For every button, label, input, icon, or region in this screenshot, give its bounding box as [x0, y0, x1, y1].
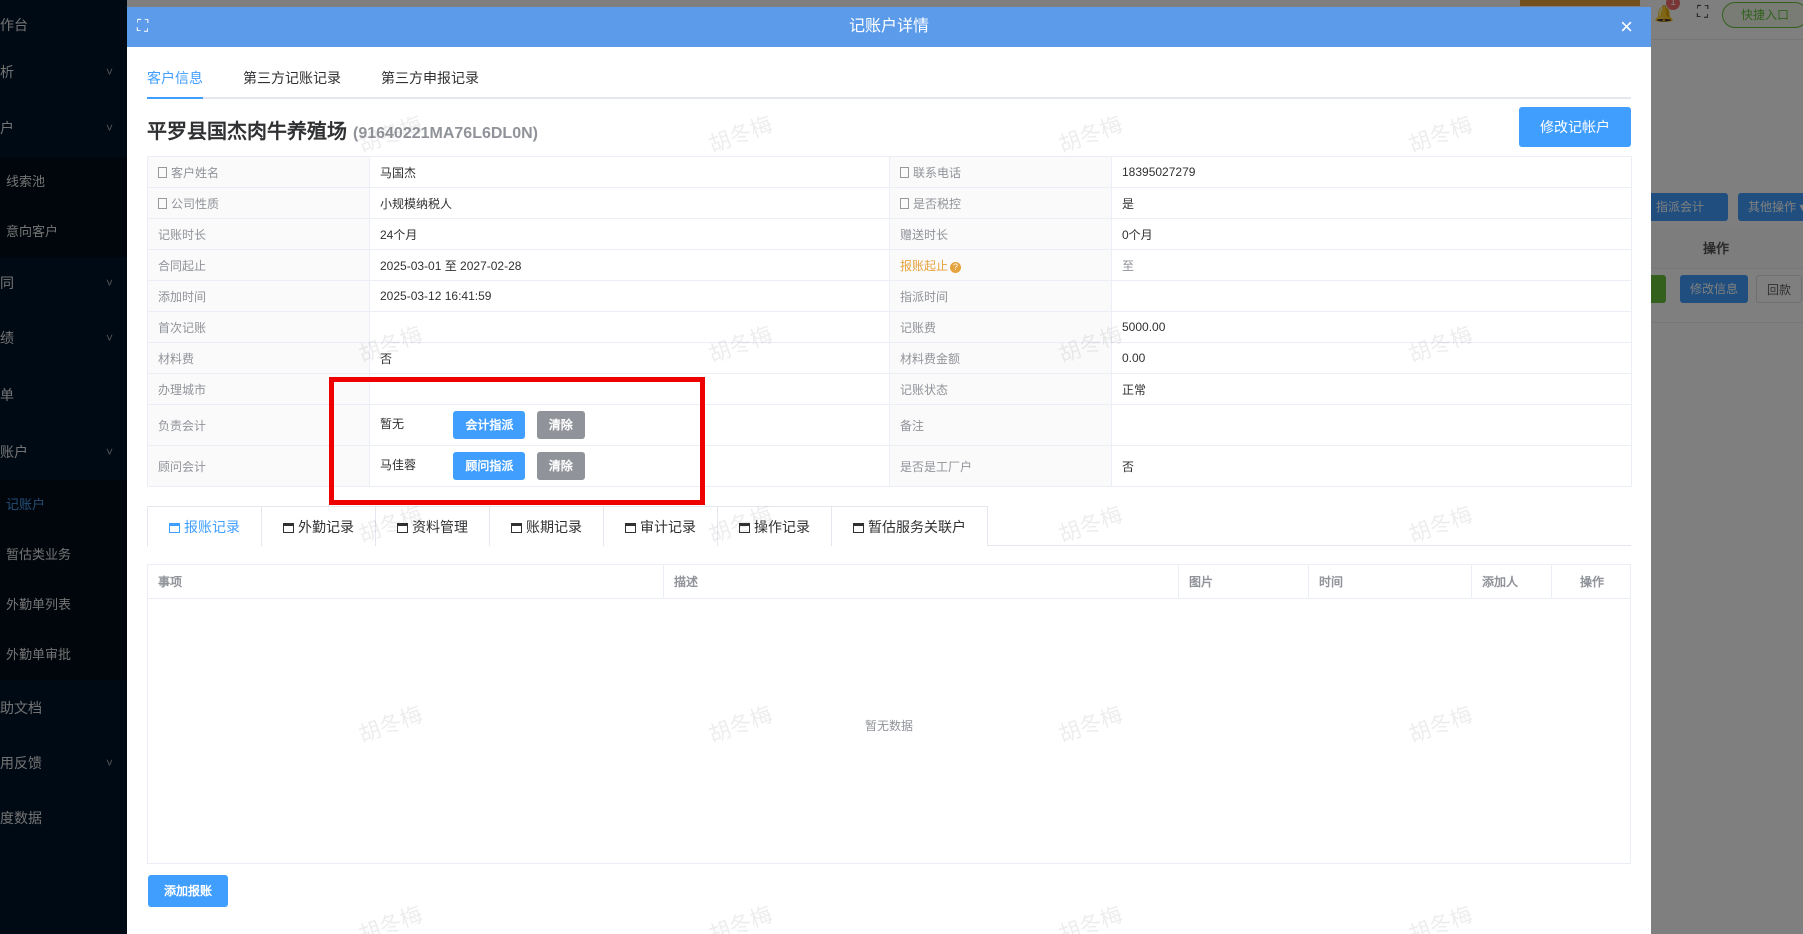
dialog-tabs: 客户信息 第三方记账记录 第三方申报记录: [147, 57, 1631, 99]
material-amount-label: 材料费金额: [889, 342, 1112, 374]
company-title: 平罗县国杰肉牛养殖场 (91640221MA76L6DL0N): [147, 115, 538, 144]
calendar-icon: [169, 523, 180, 533]
tab-period-records[interactable]: 账期记录: [489, 506, 604, 546]
assign-time-value: [1111, 280, 1632, 312]
col-description: 描述: [664, 565, 1179, 599]
remark-label: 备注: [889, 404, 1112, 446]
document-icon: [158, 166, 167, 178]
tax-control-label: 是否税控: [889, 187, 1112, 219]
duration-label: 记账时长: [147, 218, 370, 250]
status-value: 正常: [1111, 373, 1632, 405]
contract-label: 合同起止: [147, 249, 370, 281]
report-records-table: 事项 描述 图片 时间 添加人 操作 暂无数据: [147, 564, 1631, 864]
dialog-header: ⛶ 记账户详情 ×: [127, 7, 1651, 47]
company-name: 平罗县国杰肉牛养殖场: [147, 121, 347, 143]
record-tabs: 报账记录 外勤记录 资料管理 账期记录 审计记录 操作记录 暂估服务关联户: [147, 506, 1631, 547]
company-type-label: 公司性质: [147, 187, 370, 219]
calendar-icon: [853, 523, 864, 533]
customer-name-label: 客户姓名: [147, 156, 370, 188]
booking-fee-value: 5000.00: [1111, 311, 1632, 343]
watermark: 胡冬梅: [705, 901, 776, 934]
added-time-label: 添加时间: [147, 280, 370, 312]
tab-third-party-booking[interactable]: 第三方记账记录: [243, 57, 341, 99]
tab-report-records[interactable]: 报账记录: [147, 506, 262, 547]
report-period-value: 至: [1111, 249, 1632, 281]
customer-name-value: 马国杰: [369, 156, 890, 188]
status-label: 记账状态: [889, 373, 1112, 405]
duration-value: 24个月: [369, 218, 890, 250]
added-time-value: 2025-03-12 16:41:59: [369, 280, 890, 312]
booking-fee-label: 记账费: [889, 311, 1112, 343]
document-icon: [158, 197, 167, 209]
calendar-icon: [625, 523, 636, 533]
contract-value: 2025-03-01 至 2027-02-28: [369, 249, 890, 281]
phone-value: 18395027279: [1111, 156, 1632, 188]
col-actions: 操作: [1579, 575, 1604, 589]
report-period-label: 报账起止?: [889, 249, 1112, 281]
tab-estimate-service[interactable]: 暂估服务关联户: [831, 506, 988, 546]
gift-duration-label: 赠送时长: [889, 218, 1112, 250]
phone-label: 联系电话: [889, 156, 1112, 188]
company-code: (91640221MA76L6DL0N): [353, 125, 538, 142]
gift-duration-value: 0个月: [1111, 218, 1632, 250]
document-icon: [900, 166, 909, 178]
calendar-icon: [283, 523, 294, 533]
watermark: 胡冬梅: [705, 111, 776, 158]
document-icon: [900, 197, 909, 209]
tab-third-party-report[interactable]: 第三方申报记录: [381, 57, 479, 99]
assign-time-label: 指派时间: [889, 280, 1112, 312]
company-type-value: 小规模纳税人: [369, 187, 890, 219]
expand-icon[interactable]: ⛶: [137, 7, 148, 47]
first-booking-label: 首次记账: [147, 311, 370, 343]
tab-customer-info[interactable]: 客户信息: [147, 57, 203, 99]
calendar-icon: [739, 523, 750, 533]
col-item: 事项: [148, 565, 664, 599]
first-booking-value: [369, 311, 890, 343]
tab-document-management[interactable]: 资料管理: [375, 506, 490, 546]
col-image: 图片: [1179, 565, 1309, 599]
dialog-title: 记账户详情: [848, 18, 929, 35]
calendar-icon: [397, 523, 408, 533]
material-fee-value: 否: [369, 342, 890, 374]
tab-field-records[interactable]: 外勤记录: [261, 506, 376, 546]
col-added-by: 添加人: [1472, 565, 1552, 599]
factory-label: 是否是工厂户: [889, 445, 1112, 487]
watermark: 胡冬梅: [1405, 901, 1476, 934]
calendar-icon: [511, 523, 522, 533]
material-fee-label: 材料费: [147, 342, 370, 374]
highlight-annotation-box: [329, 377, 705, 505]
watermark: 胡冬梅: [1405, 111, 1476, 158]
watermark: 胡冬梅: [1055, 111, 1126, 158]
factory-value: 否: [1111, 445, 1632, 487]
tab-audit-records[interactable]: 审计记录: [603, 506, 718, 546]
table-header: 事项 描述 图片 时间 添加人 操作: [148, 565, 1630, 599]
add-report-button[interactable]: 添加报账: [148, 875, 228, 907]
col-time: 时间: [1309, 565, 1472, 599]
edit-account-button[interactable]: 修改记帐户: [1519, 107, 1631, 147]
tab-operation-records[interactable]: 操作记录: [717, 506, 832, 546]
question-icon[interactable]: ?: [950, 261, 962, 273]
watermark: 胡冬梅: [355, 901, 426, 934]
tax-control-value: 是: [1111, 187, 1632, 219]
watermark: 胡冬梅: [1055, 901, 1126, 934]
material-amount-value: 0.00: [1111, 342, 1632, 374]
empty-text: 暂无数据: [864, 719, 913, 733]
remark-value: [1111, 404, 1632, 446]
close-icon[interactable]: ×: [1620, 7, 1633, 47]
